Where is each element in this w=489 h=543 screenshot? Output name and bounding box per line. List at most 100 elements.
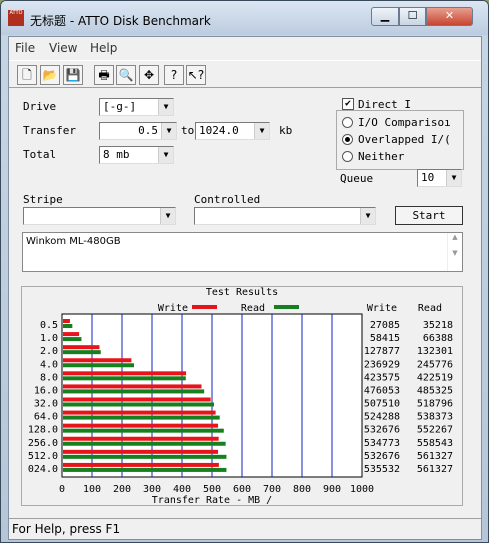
read-value: 66388: [423, 333, 453, 344]
chevron-down-icon: ▼: [160, 208, 175, 224]
drive-value: [-g-]: [103, 100, 137, 113]
total-select[interactable]: 8 mb ▼: [99, 146, 174, 164]
status-bar: For Help, press F1: [9, 518, 481, 540]
write-value: 236929: [364, 359, 400, 370]
read-bar: [63, 441, 226, 446]
description-scrollbar[interactable]: ▲ ▼: [447, 233, 462, 271]
start-button[interactable]: Start: [395, 206, 463, 225]
read-bar: [63, 389, 205, 394]
legend-read-swatch: [274, 305, 299, 309]
print-icon[interactable]: 🖶: [94, 65, 114, 85]
x-tick-label: 200: [113, 484, 131, 495]
read-bar: [63, 402, 214, 407]
x-tick-label: 0: [59, 484, 65, 495]
transfer-to-select[interactable]: 1024.0 ▼: [195, 122, 270, 140]
controlled-select[interactable]: ▼: [194, 207, 376, 225]
read-bar: [63, 428, 224, 433]
y-tick-label: 1.0: [40, 333, 58, 344]
controlled-label: Controlled: [194, 193, 261, 206]
app-window: ATTO 无标题 - ATTO Disk Benchmark ▁ ☐ ✕ Fil…: [0, 0, 489, 543]
maximize-button[interactable]: ☐: [399, 7, 426, 26]
menu-bar: File View Help: [9, 37, 481, 59]
x-tick-label: 600: [233, 484, 251, 495]
write-value: 27085: [370, 320, 400, 331]
read-value: 561327: [417, 451, 453, 462]
drive-select[interactable]: [-g-] ▼: [99, 98, 174, 116]
menu-file[interactable]: File: [15, 41, 35, 55]
y-tick-label: 512.0: [28, 451, 58, 462]
chevron-down-icon: ▼: [158, 147, 173, 163]
save-icon[interactable]: 💾: [63, 65, 83, 85]
write-bar: [63, 397, 211, 402]
description-field[interactable]: Winkom ML-480GB ▲ ▼: [22, 232, 463, 272]
read-value: 132301: [417, 346, 453, 357]
print-preview-icon[interactable]: 🔍: [116, 65, 136, 85]
transfer-label: Transfer: [23, 124, 76, 137]
new-icon[interactable]: 🗋: [17, 65, 37, 85]
io-comparison-radio[interactable]: [342, 117, 353, 128]
io-comparison-label: I/O Comparisoı: [358, 116, 451, 129]
transfer-unit: kb: [279, 124, 293, 137]
app-icon: ATTO: [8, 10, 24, 26]
neither-label: Neither: [358, 150, 405, 163]
status-text: For Help, press F1: [12, 522, 121, 536]
read-bar: [63, 376, 186, 381]
read-bar: [63, 337, 82, 342]
help-icon[interactable]: ?: [164, 65, 184, 85]
stripe-select[interactable]: ▼: [23, 207, 176, 225]
close-button[interactable]: ✕: [426, 7, 473, 26]
write-bar: [63, 345, 100, 350]
read-value: 538373: [417, 412, 453, 423]
open-icon[interactable]: 📂: [40, 65, 60, 85]
read-value: 518796: [417, 399, 453, 410]
x-tick-label: 800: [293, 484, 311, 495]
read-value: 35218: [423, 320, 453, 331]
write-value: 535532: [364, 464, 400, 475]
context-help-icon[interactable]: ↖?: [186, 65, 206, 85]
chevron-down-icon: ▼: [158, 99, 173, 115]
results-chart: Test Results Write Read Write Read 0 100 200 300…: [28, 287, 453, 506]
direct-io-checkbox[interactable]: ✔: [342, 98, 354, 110]
chevron-down-icon: ▼: [254, 123, 269, 139]
neither-radio[interactable]: [342, 151, 353, 162]
read-bar: [63, 363, 135, 368]
transfer-from-select[interactable]: 0.5 ▼: [99, 122, 177, 140]
results-title: Test Results: [206, 287, 278, 298]
legend-write-label: Write: [158, 303, 188, 314]
total-value: 8 mb: [103, 148, 130, 161]
stripe-label: Stripe: [23, 193, 63, 206]
write-bar: [63, 371, 187, 376]
x-tick-label: 400: [173, 484, 191, 495]
overlapped-io-radio[interactable]: [342, 134, 353, 145]
x-tick-label: 300: [143, 484, 161, 495]
y-tick-label: 8.0: [40, 372, 58, 383]
description-text: Winkom ML-480GB: [26, 236, 121, 247]
y-tick-label: 256.0: [28, 438, 58, 449]
legend-write-swatch: [192, 305, 217, 309]
write-value: 534773: [364, 438, 400, 449]
menu-help[interactable]: Help: [90, 41, 117, 55]
read-value: 558543: [417, 438, 453, 449]
write-bar: [63, 423, 219, 428]
queue-select[interactable]: 10 ▼: [417, 169, 462, 187]
write-value: 423575: [364, 372, 400, 383]
write-bar: [63, 384, 202, 389]
y-tick-label: 4.0: [40, 359, 58, 370]
overlapped-io-label: Overlapped I/(: [358, 133, 451, 146]
read-value: 422519: [417, 372, 453, 383]
move-icon[interactable]: ✥: [139, 65, 159, 85]
read-bar: [63, 454, 227, 459]
transfer-from-value: 0.5: [138, 124, 158, 137]
write-bar: [63, 410, 216, 415]
read-bar: [63, 467, 227, 472]
x-tick-label: 100: [83, 484, 101, 495]
test-results-panel: Test Results Write Read Write Read 0 100 200 300…: [21, 286, 463, 506]
menu-view[interactable]: View: [49, 41, 77, 55]
y-tick-label: 64.0: [34, 412, 58, 423]
title-bar[interactable]: ATTO 无标题 - ATTO Disk Benchmark ▁ ☐ ✕: [1, 1, 488, 35]
x-axis-label: Transfer Rate - MB /: [152, 495, 272, 505]
minimize-button[interactable]: ▁: [371, 7, 399, 26]
client-area: File View Help 🗋 📂 💾 🖶 🔍 ✥ ? ↖? Drive [-…: [8, 36, 482, 540]
write-bar: [63, 462, 219, 467]
write-column-header: Write: [367, 303, 397, 314]
